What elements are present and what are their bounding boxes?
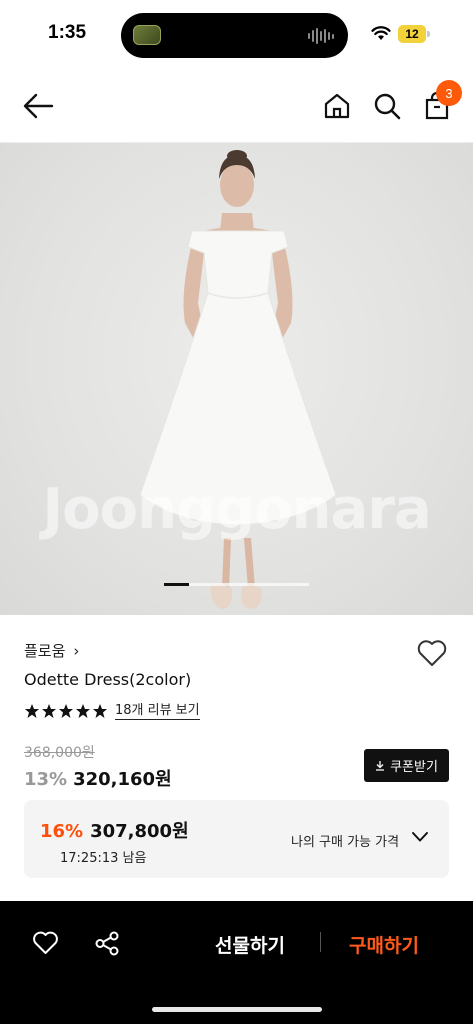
product-image-carousel[interactable]: Joonggonara (0, 143, 473, 615)
star-icon (25, 704, 39, 718)
price-row: 13% 320,160원 (24, 765, 172, 791)
battery-level: 12 (398, 25, 426, 43)
star-icon (76, 704, 90, 718)
model-photo (139, 150, 337, 609)
sale-price: 320,160원 (73, 769, 172, 790)
gift-button[interactable]: 선물하기 (215, 931, 285, 958)
heart-icon[interactable] (416, 638, 448, 668)
discount-rate: 13% (24, 769, 68, 790)
star-icon (93, 704, 107, 718)
rating-stars (24, 703, 108, 719)
brand-name: 플로움 (24, 642, 66, 660)
home-icon[interactable] (322, 91, 352, 121)
dynamic-island (121, 13, 348, 58)
back-arrow-icon[interactable] (22, 92, 56, 120)
buy-button[interactable]: 구매하기 (349, 931, 419, 958)
status-time: 1:35 (48, 22, 87, 43)
best-price-row: 16% 307,800원 (40, 817, 189, 843)
rating-row: 18개 리뷰 보기 (24, 702, 200, 720)
star-icon (42, 704, 56, 718)
best-discount-rate: 16% (40, 821, 84, 842)
chevron-right-icon: › (73, 641, 80, 660)
nav-bar (0, 70, 473, 143)
coupon-button[interactable]: 쿠폰받기 (364, 749, 449, 782)
review-link[interactable]: 18개 리뷰 보기 (115, 702, 200, 720)
carousel-indicator-active (164, 583, 189, 586)
wifi-icon (371, 26, 391, 40)
status-bar: 1:35 12 (0, 0, 473, 70)
home-indicator (152, 1007, 322, 1012)
audio-wave-icon (308, 27, 334, 45)
carousel-indicator (164, 583, 309, 586)
watermark-text: Joonggonara (42, 477, 431, 542)
my-price-label: 나의 구매 가능 가격 (291, 835, 400, 850)
best-price: 307,800원 (90, 821, 189, 842)
brand-link[interactable]: 플로움 › (24, 640, 79, 661)
divider (320, 932, 321, 952)
search-icon[interactable] (372, 91, 402, 121)
countdown-timer: 17:25:13 남음 (60, 851, 147, 866)
now-playing-thumbnail (133, 25, 161, 45)
coupon-button-label: 쿠폰받기 (390, 760, 438, 775)
download-icon (376, 761, 385, 771)
product-name: Odette Dress(2color) (24, 670, 192, 689)
battery-icon: 12 (398, 25, 430, 43)
best-price-box[interactable]: 16% 307,800원 17:25:13 남음 나의 구매 가능 가격 (24, 800, 449, 878)
chevron-down-icon (412, 832, 428, 842)
bottom-action-bar: 선물하기 구매하기 (0, 901, 473, 1024)
share-icon[interactable] (94, 930, 121, 957)
cart-count-badge: 3 (436, 80, 462, 106)
heart-icon[interactable] (32, 930, 59, 955)
original-price: 368,000원 (24, 745, 95, 761)
star-icon (59, 704, 73, 718)
